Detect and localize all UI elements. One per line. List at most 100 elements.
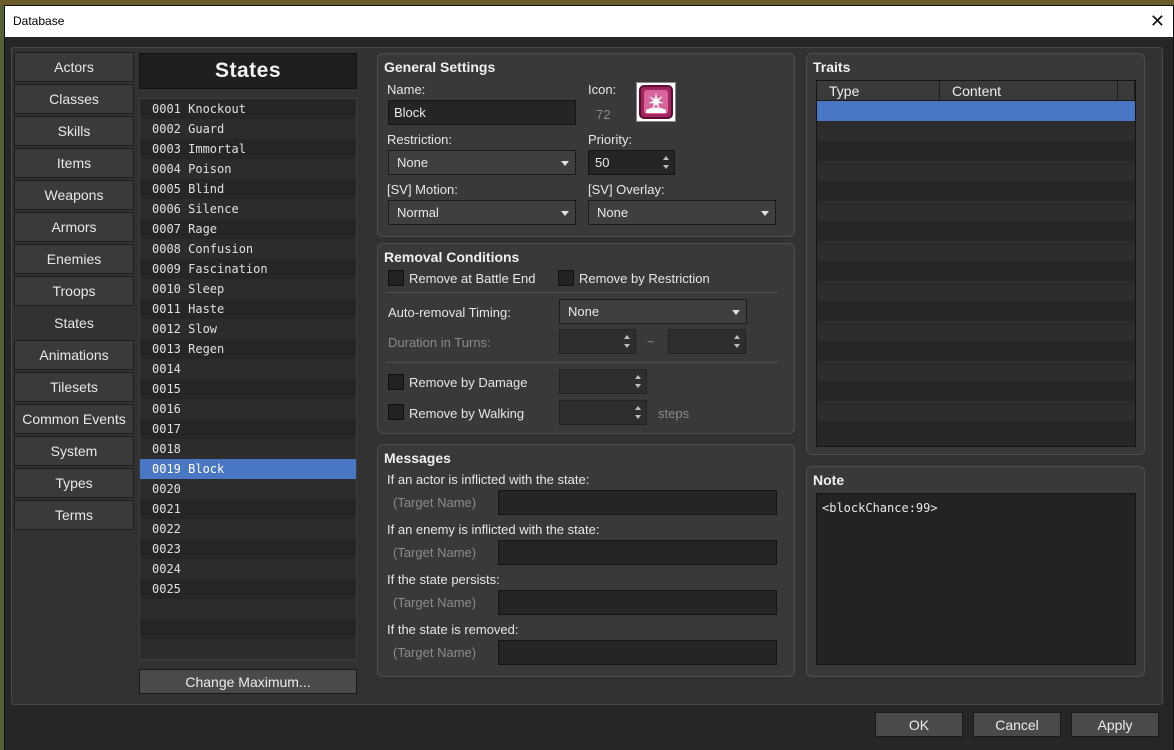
table-row[interactable] xyxy=(817,381,1135,401)
table-row[interactable] xyxy=(817,201,1135,221)
list-item[interactable]: 0005 Blind xyxy=(140,179,356,199)
list-item[interactable]: 0014 xyxy=(140,359,356,379)
tab-enemies[interactable]: Enemies xyxy=(14,244,134,274)
tab-states[interactable]: States xyxy=(14,308,134,338)
list-item[interactable]: 0006 Silence xyxy=(140,199,356,219)
list-item[interactable]: 0003 Immortal xyxy=(140,139,356,159)
tab-troops[interactable]: Troops xyxy=(14,276,134,306)
icon-index: 72 xyxy=(596,107,611,122)
list-item[interactable]: 0019 Block xyxy=(140,459,356,479)
list-item[interactable]: 0007 Rage xyxy=(140,219,356,239)
list-item[interactable]: 0023 xyxy=(140,539,356,559)
list-item[interactable]: 0015 xyxy=(140,379,356,399)
overlay-select[interactable]: None xyxy=(588,200,776,225)
table-row[interactable] xyxy=(817,281,1135,301)
list-item[interactable]: 0012 Slow xyxy=(140,319,356,339)
remove-battle-end-checkbox[interactable] xyxy=(388,270,404,286)
tab-system[interactable]: System xyxy=(14,436,134,466)
traits-column-type[interactable]: Type xyxy=(817,81,940,101)
list-item[interactable]: 0010 Sleep xyxy=(140,279,356,299)
table-row[interactable] xyxy=(817,321,1135,341)
close-icon[interactable]: ✕ xyxy=(1150,10,1165,32)
duration-max-stepper[interactable] xyxy=(668,329,746,354)
traits-column-content[interactable]: Content xyxy=(940,81,1118,101)
list-item[interactable]: 0016 xyxy=(140,399,356,419)
tab-skills[interactable]: Skills xyxy=(14,116,134,146)
damage-stepper[interactable] xyxy=(559,369,647,394)
spin-down-icon[interactable] xyxy=(635,415,641,420)
table-row[interactable] xyxy=(817,301,1135,321)
ok-button[interactable]: OK xyxy=(875,712,963,737)
table-row[interactable] xyxy=(817,361,1135,381)
list-item[interactable]: 0017 xyxy=(140,419,356,439)
message-field[interactable] xyxy=(498,540,777,565)
list-item[interactable]: 0008 Confusion xyxy=(140,239,356,259)
states-list[interactable]: 0001 Knockout 0002 Guard 0003 Immortal 0004… xyxy=(139,98,357,660)
duration-min-stepper[interactable] xyxy=(559,329,636,354)
remove-damage-checkbox[interactable] xyxy=(388,374,404,390)
tab-common-events[interactable]: Common Events xyxy=(14,404,134,434)
icon-picker[interactable] xyxy=(636,82,676,122)
table-row[interactable] xyxy=(817,421,1135,441)
restriction-select[interactable]: None xyxy=(388,150,576,175)
name-field[interactable]: Block xyxy=(388,100,576,125)
list-item[interactable]: 0025 xyxy=(140,579,356,599)
change-maximum-button[interactable]: Change Maximum... xyxy=(139,669,357,694)
tab-weapons[interactable]: Weapons xyxy=(14,180,134,210)
message-field[interactable] xyxy=(498,490,777,515)
motion-value: Normal xyxy=(397,205,439,220)
tab-animations[interactable]: Animations xyxy=(14,340,134,370)
table-row[interactable] xyxy=(817,181,1135,201)
chevron-down-icon xyxy=(732,309,740,315)
walking-stepper[interactable] xyxy=(559,400,647,425)
list-item[interactable]: 0018 xyxy=(140,439,356,459)
table-row[interactable] xyxy=(817,141,1135,161)
table-row[interactable] xyxy=(817,241,1135,261)
spin-up-icon[interactable] xyxy=(734,334,740,339)
list-item[interactable]: 0009 Fascination xyxy=(140,259,356,279)
auto-removal-select[interactable]: None xyxy=(559,299,747,324)
cancel-button[interactable]: Cancel xyxy=(973,712,1061,737)
table-row[interactable] xyxy=(817,221,1135,241)
tab-classes[interactable]: Classes xyxy=(14,84,134,114)
list-item[interactable]: 0002 Guard xyxy=(140,119,356,139)
priority-stepper[interactable]: 50 xyxy=(588,150,675,175)
list-item[interactable]: 0013 Regen xyxy=(140,339,356,359)
table-row[interactable] xyxy=(817,341,1135,361)
message-field[interactable] xyxy=(498,590,777,615)
table-row[interactable] xyxy=(817,401,1135,421)
spin-down-icon[interactable] xyxy=(663,165,669,170)
tab-actors[interactable]: Actors xyxy=(14,52,134,82)
apply-button[interactable]: Apply xyxy=(1071,712,1159,737)
list-item[interactable]: 0024 xyxy=(140,559,356,579)
spin-down-icon[interactable] xyxy=(635,384,641,389)
table-row[interactable] xyxy=(817,161,1135,181)
spin-down-icon[interactable] xyxy=(734,344,740,349)
tab-armors[interactable]: Armors xyxy=(14,212,134,242)
table-row[interactable] xyxy=(817,261,1135,281)
list-item[interactable]: 0001 Knockout xyxy=(140,99,356,119)
spin-up-icon[interactable] xyxy=(624,334,630,339)
traits-table[interactable]: Type Content xyxy=(816,80,1136,447)
tab-tilesets[interactable]: Tilesets xyxy=(14,372,134,402)
table-row[interactable] xyxy=(817,101,1135,121)
list-item[interactable]: 0020 xyxy=(140,479,356,499)
spin-down-icon[interactable] xyxy=(624,344,630,349)
list-item[interactable]: 0004 Poison xyxy=(140,159,356,179)
spin-up-icon[interactable] xyxy=(663,155,669,160)
remove-restriction-checkbox[interactable] xyxy=(558,270,574,286)
note-textarea[interactable]: <blockChance:99> xyxy=(816,493,1136,665)
tab-items[interactable]: Items xyxy=(14,148,134,178)
message-field[interactable] xyxy=(498,640,777,665)
motion-select[interactable]: Normal xyxy=(388,200,576,225)
tab-terms[interactable]: Terms xyxy=(14,500,134,530)
spin-up-icon[interactable] xyxy=(635,374,641,379)
target-name-placeholder: (Target Name) xyxy=(393,595,477,610)
table-row[interactable] xyxy=(817,121,1135,141)
tab-types[interactable]: Types xyxy=(14,468,134,498)
list-item[interactable]: 0011 Haste xyxy=(140,299,356,319)
list-item[interactable]: 0021 xyxy=(140,499,356,519)
spin-up-icon[interactable] xyxy=(635,405,641,410)
remove-walking-checkbox[interactable] xyxy=(388,404,404,420)
list-item[interactable]: 0022 xyxy=(140,519,356,539)
